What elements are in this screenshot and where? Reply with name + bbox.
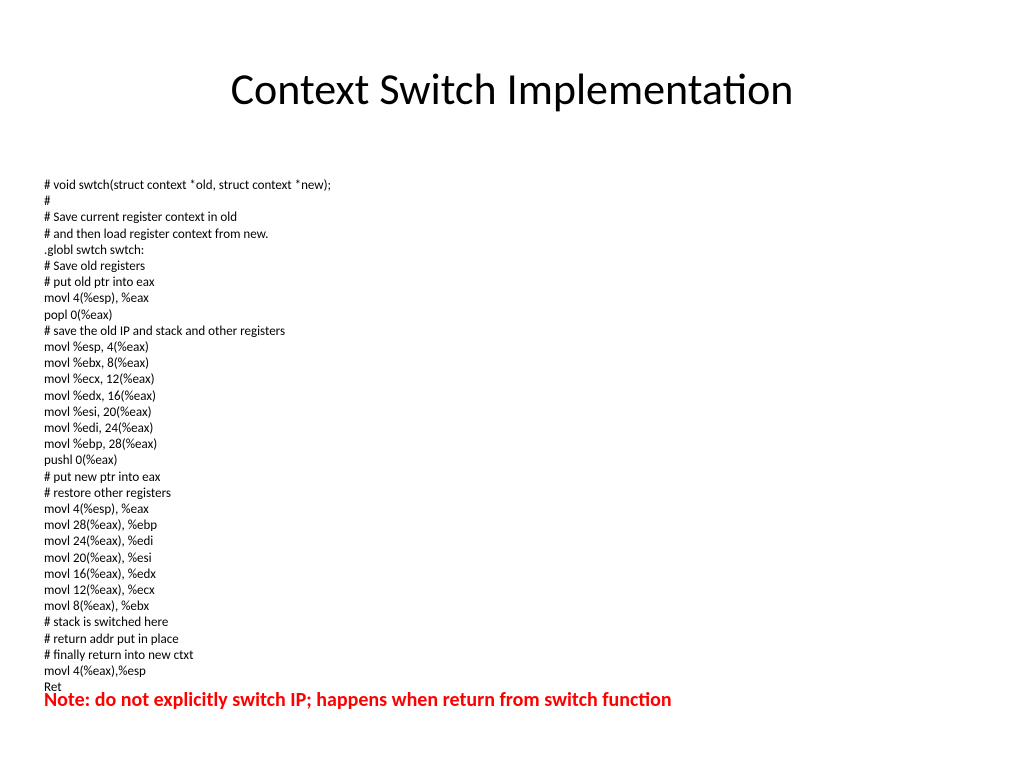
slide-note: Note: do not explicitly switch IP; happe… [44, 688, 672, 712]
assembly-code-block: # void swtch(struct context *old, struct… [44, 178, 331, 697]
slide: Context Switch Implementation # void swt… [0, 0, 1024, 768]
slide-title: Context Switch Implementation [0, 62, 1024, 116]
